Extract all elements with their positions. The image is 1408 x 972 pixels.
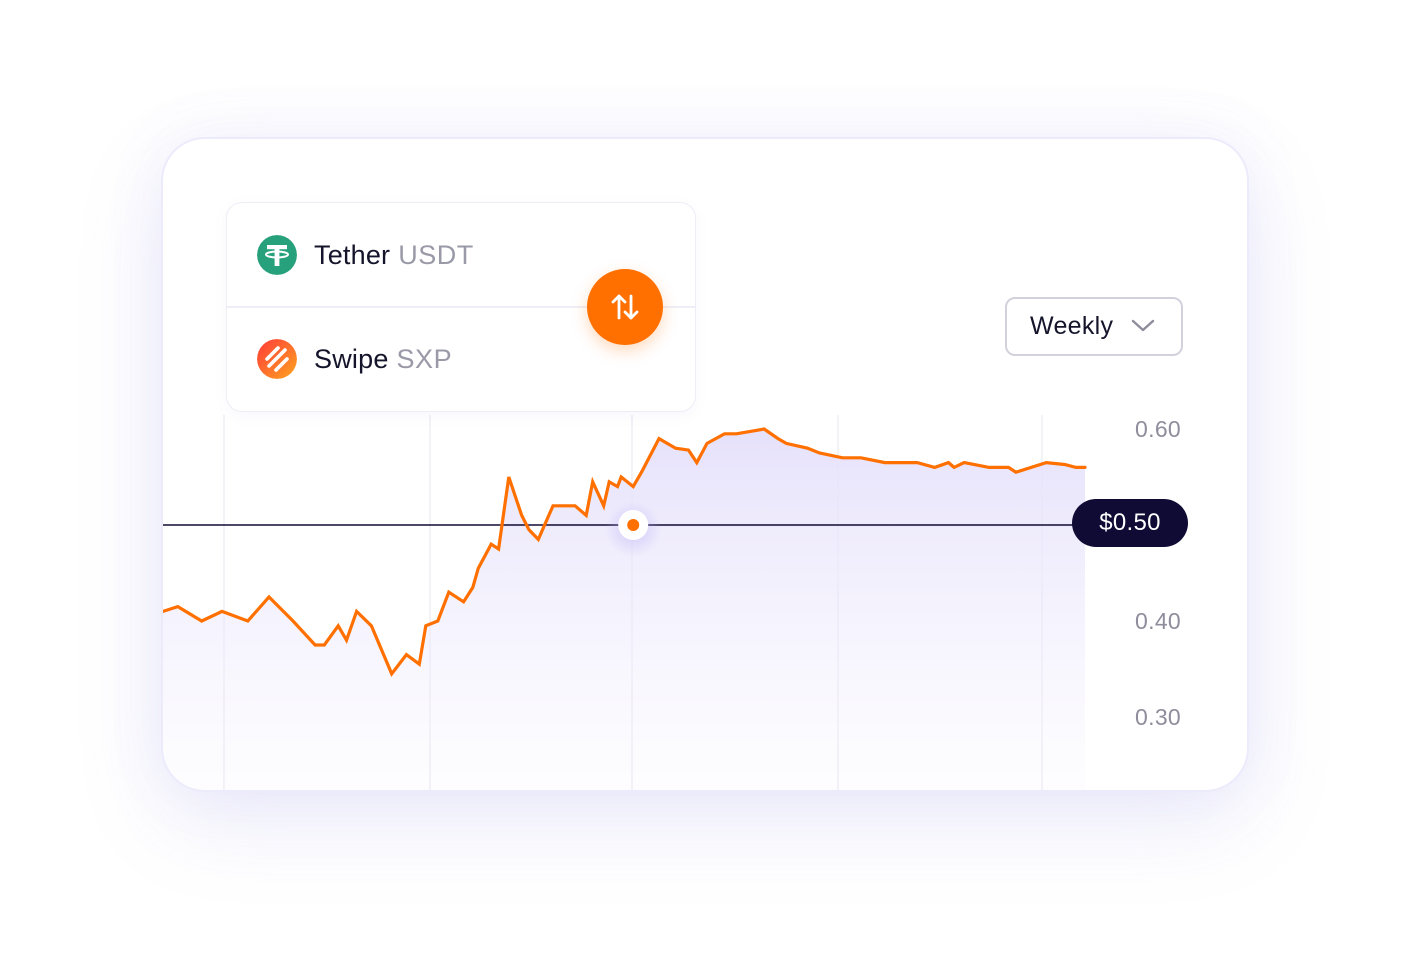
swap-button[interactable] xyxy=(587,269,663,345)
currency-pair-panel: Tether USDT Swipe SXP xyxy=(226,202,696,412)
price-area xyxy=(163,429,1085,790)
stage: 0.60 0.40 0.30 $0.50 Weekly Tether USDT xyxy=(0,0,1408,972)
current-price-marker[interactable] xyxy=(605,501,662,557)
swipe-icon xyxy=(257,339,297,379)
tether-icon xyxy=(257,235,297,275)
swap-vertical-arrows-icon xyxy=(611,294,639,320)
y-tick-label: 0.30 xyxy=(1135,704,1181,730)
marker-dot xyxy=(627,519,640,531)
y-tick-label: 0.40 xyxy=(1135,608,1181,634)
quote-currency-name: Swipe xyxy=(314,343,389,374)
period-select-value: Weekly xyxy=(1030,312,1114,340)
quote-currency-ticker: SXP xyxy=(396,343,453,374)
current-price-badge: $0.50 xyxy=(1072,499,1188,547)
period-select[interactable]: Weekly xyxy=(1005,297,1183,356)
price-chart-card: 0.60 0.40 0.30 $0.50 Weekly Tether USDT xyxy=(161,137,1249,792)
base-currency-ticker: USDT xyxy=(398,239,474,270)
base-currency-name: Tether xyxy=(314,239,391,270)
chevron-down-icon xyxy=(1131,319,1155,332)
y-tick-label: 0.60 xyxy=(1135,416,1181,442)
